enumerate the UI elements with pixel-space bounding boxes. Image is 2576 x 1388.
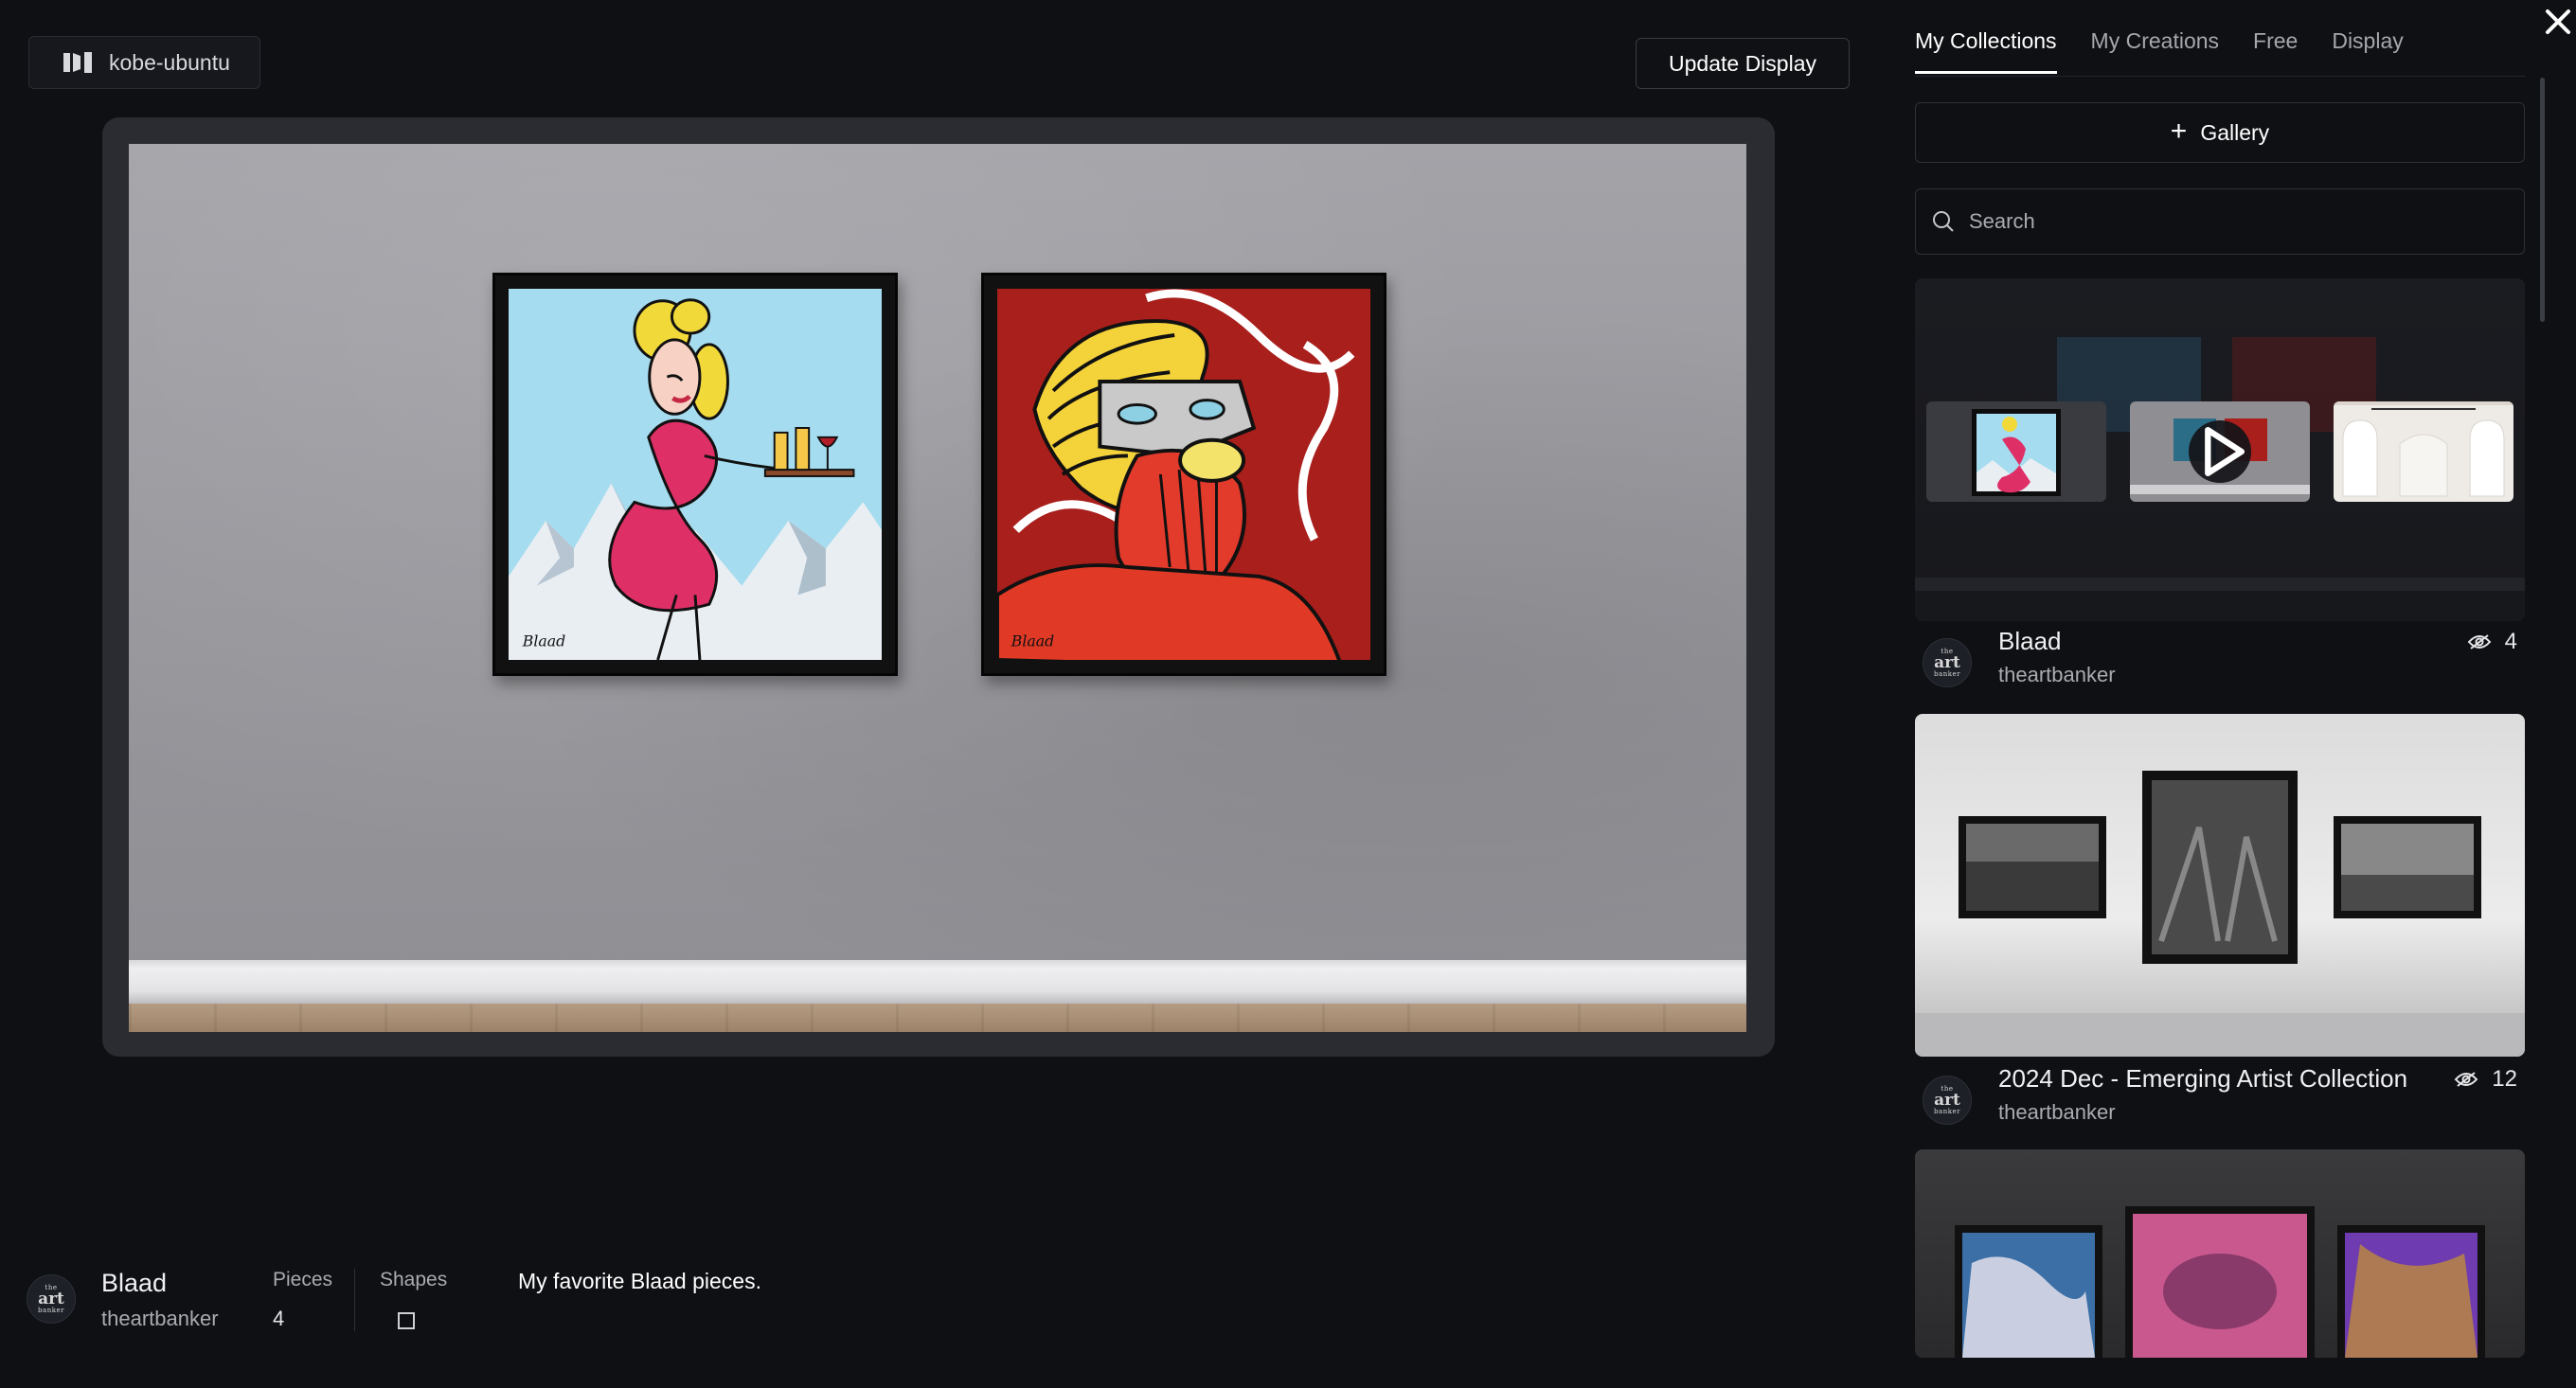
collection-card-thumbnail[interactable] [1915,714,2525,1057]
svg-text:Blaad: Blaad [522,632,566,650]
search-field[interactable] [1915,188,2525,255]
view-count: 4 [2467,629,2517,655]
bearded-man-artwork[interactable]: Blaad [981,273,1386,676]
collection-card-meta[interactable]: the art banker 2024 Dec - Emerging Artis… [1915,1064,2525,1134]
thumbnail-empty-room[interactable] [2334,401,2513,502]
search-icon [1933,211,1954,232]
plus-icon: + [2170,115,2188,147]
add-gallery-label: Gallery [2200,119,2270,145]
wooden-floor [129,1004,1746,1032]
eye-icon [2467,634,2491,650]
tabs-divider [1915,76,2525,77]
pieces-count: 4 [273,1307,285,1330]
artwork-image: Blaad [997,289,1370,660]
divider [354,1269,355,1331]
play-button[interactable] [2189,420,2251,483]
collection-card-title: 2024 Dec - Emerging Artist Collection [1998,1064,2408,1093]
shapes-label: Shapes [380,1269,448,1290]
artwork-image: Blaad [509,289,882,660]
gallery-photo-preview [1955,1206,2485,1358]
search-input[interactable] [1969,209,2499,234]
collection-tabs: My Collections My Creations Free Display [1915,28,2404,74]
display-device-icon [63,52,92,73]
collection-owner[interactable]: theartbanker [101,1307,219,1331]
panel-scrollbar[interactable] [2540,78,2545,322]
thumbnail-woman-artwork[interactable] [1926,401,2106,502]
avatar[interactable]: the art banker [27,1274,76,1324]
avatar[interactable]: the art banker [1923,1076,1972,1125]
update-display-button[interactable]: Update Display [1636,38,1850,89]
device-name: kobe-ubuntu [109,49,230,75]
tab-my-collections[interactable]: My Collections [1915,28,2057,74]
card-footer-strip [1915,578,2525,591]
collection-description: My favorite Blaad pieces. [518,1269,761,1293]
collection-card-thumbnail[interactable] [1915,1149,2525,1358]
tab-my-creations[interactable]: My Creations [2091,28,2219,74]
gallery-preview: Blaad Blaad [102,117,1775,1057]
collection-card-thumbnail[interactable] [1915,278,2525,621]
square-shape-icon [398,1312,415,1329]
collection-info-bar: the art banker Blaad theartbanker Pieces… [27,1269,974,1344]
eye-icon [2454,1072,2478,1087]
gallery-room: Blaad Blaad [129,144,1746,1032]
tab-display[interactable]: Display [2332,28,2403,74]
collection-card-owner[interactable]: theartbanker [1998,1100,2116,1125]
view-count: 12 [2454,1066,2517,1093]
gallery-photo-preview [1915,771,2525,1057]
collection-card-title: Blaad [1998,627,2062,655]
device-selector[interactable]: kobe-ubuntu [28,36,260,89]
woman-with-drinks-artwork[interactable]: Blaad [492,273,898,676]
svg-text:Blaad: Blaad [1011,632,1055,650]
tab-free[interactable]: Free [2253,28,2298,74]
pieces-label: Pieces [273,1269,333,1290]
baseboard [129,960,1746,1004]
collection-title: Blaad [101,1269,168,1297]
collection-card-meta[interactable]: the art banker Blaad theartbanker 4 [1915,627,2525,697]
close-icon[interactable] [2540,4,2576,40]
add-gallery-button[interactable]: + Gallery [1915,102,2525,163]
collection-card-owner[interactable]: theartbanker [1998,663,2116,687]
thumbnail-video[interactable] [2130,401,2310,502]
avatar[interactable]: the art banker [1923,638,1972,687]
play-icon [2205,426,2245,477]
